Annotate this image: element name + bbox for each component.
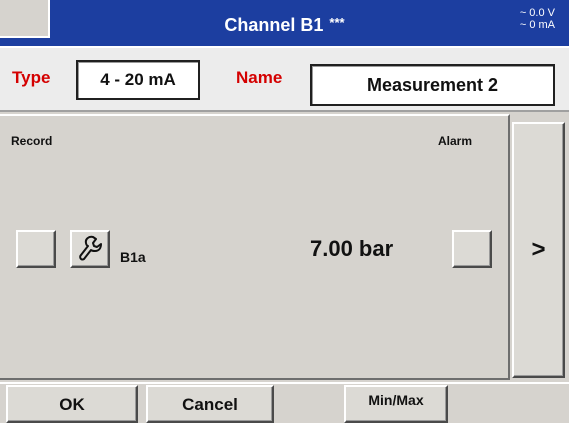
- record-label: Record: [11, 134, 53, 148]
- title-stars: ***: [329, 15, 345, 30]
- window-title-text: Channel B1: [224, 15, 324, 35]
- minmax-button[interactable]: Min/Max: [344, 385, 448, 423]
- type-label: Type: [12, 68, 51, 87]
- type-field[interactable]: 4 - 20 mA: [76, 60, 200, 100]
- next-button[interactable]: >: [512, 122, 565, 378]
- current-readout: ~ 0 mA: [519, 19, 555, 31]
- ok-button[interactable]: OK: [6, 385, 138, 423]
- name-field[interactable]: Measurement 2: [310, 64, 555, 106]
- cancel-button[interactable]: Cancel: [146, 385, 274, 423]
- settings-button[interactable]: [70, 230, 110, 268]
- record-checkbox[interactable]: [16, 230, 56, 268]
- measurement-value: 7.00 bar: [310, 236, 394, 261]
- voltage-readout: ~ 0.0 V: [519, 7, 555, 19]
- alarm-label: Alarm: [438, 134, 473, 148]
- alarm-checkbox[interactable]: [452, 230, 492, 268]
- name-label: Name: [236, 68, 283, 87]
- channel-id: B1a: [120, 249, 146, 265]
- wrench-icon: [79, 235, 102, 261]
